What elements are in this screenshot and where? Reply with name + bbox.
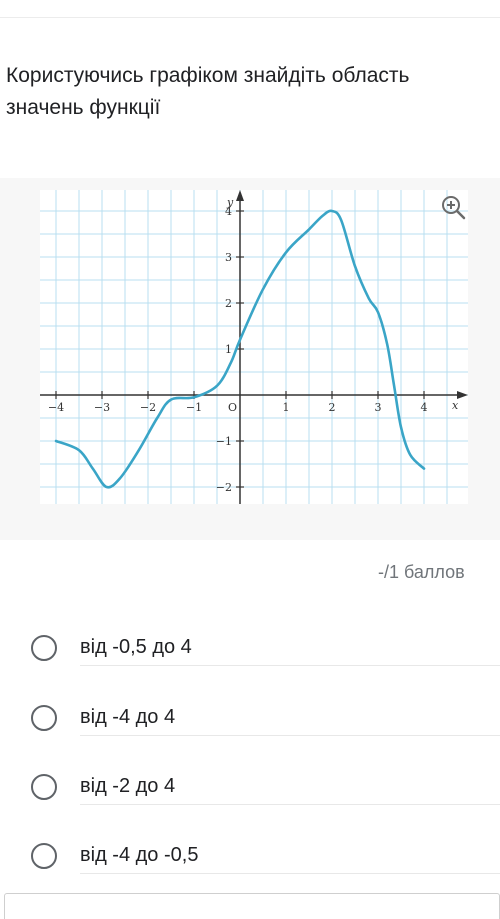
x-axis-label: x — [452, 399, 459, 412]
y-tick-label: −2 — [216, 481, 232, 494]
graph-background — [40, 190, 468, 504]
option-divider — [80, 804, 500, 805]
top-divider — [0, 0, 500, 18]
y-tick-label: −1 — [216, 435, 232, 448]
option-divider — [80, 665, 500, 666]
zoom-in-icon[interactable] — [438, 192, 468, 222]
radio-button[interactable] — [31, 705, 57, 731]
option-4[interactable]: від -4 до -0,5 — [0, 826, 500, 886]
option-label: від -4 до 4 — [80, 706, 176, 728]
y-tick-label: 3 — [225, 251, 232, 264]
points-label: -/1 баллов — [378, 562, 465, 582]
x-tick-label: 3 — [375, 401, 382, 414]
option-divider — [80, 735, 500, 736]
option-2[interactable]: від -4 до 4 — [0, 688, 500, 748]
radio-button[interactable] — [31, 774, 57, 800]
x-tick-label: −2 — [140, 401, 156, 414]
radio-button[interactable] — [31, 843, 57, 869]
x-tick-label: 1 — [283, 401, 290, 414]
option-label: від -4 до -0,5 — [80, 844, 199, 866]
x-tick-label: −1 — [186, 401, 202, 414]
x-tick-label: 4 — [421, 401, 428, 414]
question-text: Користуючись графіком знайдіть область з… — [6, 64, 410, 119]
option-label: від -0,5 до 4 — [80, 636, 192, 658]
option-label: від -2 до 4 — [80, 775, 176, 797]
answer-box[interactable] — [4, 893, 500, 919]
x-tick-label: 2 — [329, 401, 336, 414]
x-tick-label: −4 — [48, 401, 64, 414]
radio-button[interactable] — [31, 635, 57, 661]
function-graph: xyO−4 −3 −2 −1 1 2 3 44321−1−2 — [40, 190, 468, 504]
y-tick-label: 2 — [225, 297, 232, 310]
option-3[interactable]: від -2 до 4 — [0, 757, 500, 817]
graph-figure: x y O −4 −3 −2 −1 1 2 3 4 4 3 2 1 −1 −2 — [0, 178, 500, 540]
x-tick-label: −3 — [94, 401, 110, 414]
option-1[interactable]: від -0,5 до 4 — [0, 618, 500, 678]
option-divider — [80, 873, 500, 874]
origin-label: O — [228, 401, 237, 414]
y-tick-label: 1 — [225, 343, 232, 356]
y-tick-label: 4 — [225, 205, 232, 218]
